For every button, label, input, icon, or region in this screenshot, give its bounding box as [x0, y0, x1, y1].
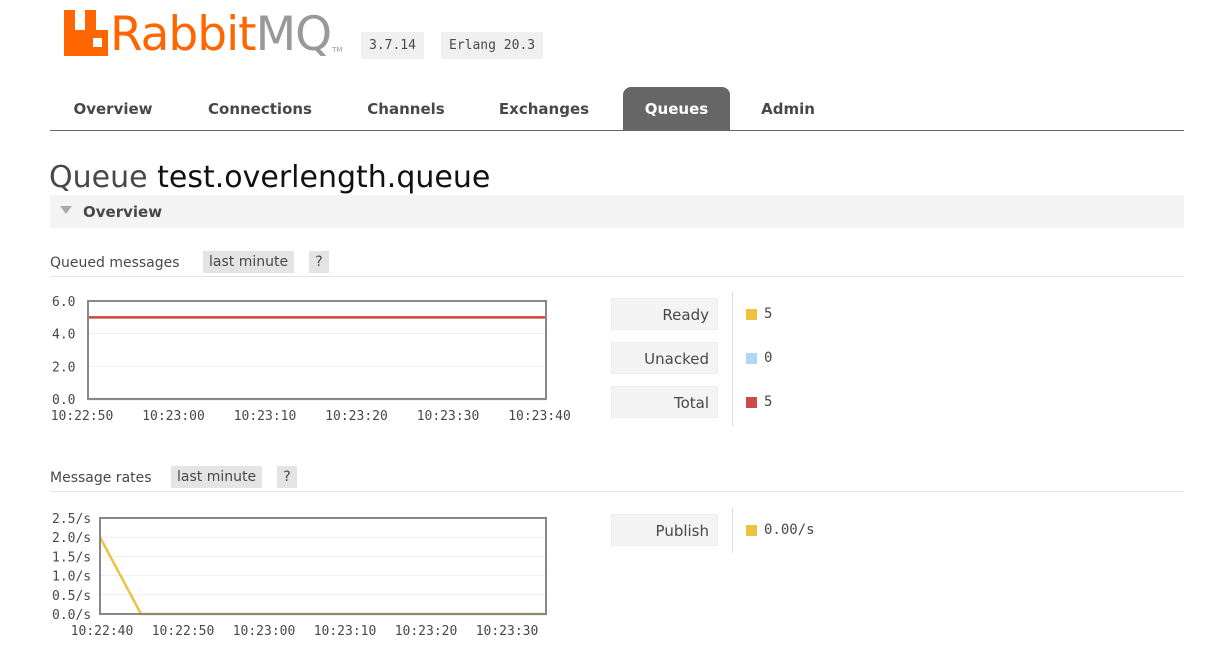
message-rates-chart: 2.5/s 2.0/s 1.5/s 1.0/s 0.5/s 0.0/s 10:22:40 1… [52, 512, 547, 639]
x-tick-label: 10:22:50 [152, 624, 215, 639]
brand-wordmark: RabbitMQ [110, 7, 332, 62]
tab-admin[interactable]: Admin [752, 87, 824, 130]
erlang-version-badge: Erlang 20.3 [441, 32, 544, 59]
y-tick-label: 1.0/s [52, 570, 91, 585]
legend-swatch-publish [746, 525, 757, 536]
main-nav-tabs: Overview Connections Channels Exchanges … [50, 87, 1184, 131]
version-badge: 3.7.14 [361, 32, 424, 59]
y-tick-label: 0.0 [52, 393, 75, 408]
y-tick-label: 2.5/s [52, 512, 91, 527]
legend-label-total: Total [611, 386, 718, 418]
legend-value-ready: 5 [764, 306, 773, 322]
tab-channels[interactable]: Channels [356, 87, 456, 130]
legend-label-publish: Publish [611, 514, 718, 546]
queued-messages-range-button[interactable]: last minute [203, 251, 295, 273]
legend-value-total: 5 [764, 394, 773, 410]
x-tick-label: 10:23:40 [508, 409, 571, 424]
tab-queues[interactable]: Queues [623, 87, 730, 130]
x-tick-label: 10:23:10 [314, 624, 377, 639]
x-tick-label: 10:23:20 [395, 624, 458, 639]
message-rates-help-button[interactable]: ? [277, 466, 297, 488]
queued-messages-title: Queued messages [50, 255, 180, 271]
queued-messages-help-button[interactable]: ? [309, 251, 329, 273]
queue-name: test.overlength.queue [157, 160, 491, 195]
tab-overview[interactable]: Overview [62, 87, 164, 130]
legend-value-publish: 0.00/s [764, 522, 815, 538]
section-overview-header[interactable]: Overview [50, 195, 1184, 228]
tab-exchanges[interactable]: Exchanges [488, 87, 600, 130]
rabbitmq-logo-icon [64, 10, 108, 56]
x-tick-label: 10:23:00 [142, 409, 205, 424]
page-title: Queue test.overlength.queue [49, 159, 490, 197]
y-tick-label: 1.5/s [52, 550, 91, 565]
chart-frame [99, 517, 547, 615]
message-rates-title: Message rates [50, 470, 152, 486]
y-tick-label: 0.5/s [52, 589, 91, 604]
message-rates-heading: Message rates last minute ? [50, 465, 1184, 492]
x-tick-label: 10:23:30 [417, 409, 480, 424]
triangle-down-icon [60, 206, 72, 214]
queued-messages-heading: Queued messages last minute ? [50, 250, 1184, 277]
legend-swatch-total [746, 397, 757, 408]
x-tick-label: 10:22:40 [71, 624, 134, 639]
legend-value-unacked: 0 [764, 350, 773, 366]
x-tick-label: 10:22:50 [51, 409, 114, 424]
tab-connections[interactable]: Connections [196, 87, 324, 130]
y-tick-label: 0.0/s [52, 608, 91, 623]
message-rates-range-button[interactable]: last minute [171, 466, 263, 488]
legend-divider [732, 508, 733, 553]
y-tick-label: 4.0 [52, 328, 75, 343]
legend-swatch-unacked [746, 353, 757, 364]
trademark: TM [332, 46, 343, 54]
title-prefix: Queue [49, 160, 148, 195]
queued-messages-chart: 6.0 4.0 2.0 0.0 10:22:50 10:23:00 10:23:10 10:… [51, 295, 571, 424]
legend-swatch-ready [746, 309, 757, 320]
x-tick-label: 10:23:30 [476, 624, 539, 639]
legend-label-ready: Ready [611, 298, 718, 330]
x-tick-label: 10:23:10 [234, 409, 297, 424]
x-tick-label: 10:23:20 [325, 409, 388, 424]
section-label: Overview [83, 203, 163, 221]
rabbitmq-logo: RabbitMQ TM [64, 6, 342, 60]
y-tick-label: 2.0 [52, 360, 75, 375]
y-tick-label: 2.0/s [52, 531, 91, 546]
chart-frame [87, 300, 547, 400]
legend-label-unacked: Unacked [611, 342, 718, 374]
legend-divider [732, 292, 733, 426]
y-tick-label: 6.0 [52, 295, 75, 310]
x-tick-label: 10:23:00 [233, 624, 296, 639]
